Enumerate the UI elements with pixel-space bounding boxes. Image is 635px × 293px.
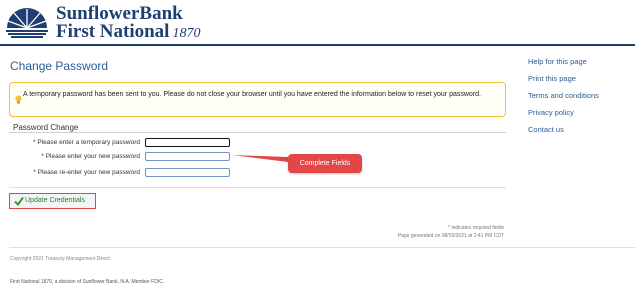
new-password-label: * Please enter your new password xyxy=(41,153,140,160)
header-divider xyxy=(0,44,635,46)
brand-subname: First National 1870 xyxy=(56,22,200,43)
form-divider xyxy=(9,187,506,188)
required-fields-note: * indicates required fields xyxy=(448,225,504,231)
new-password-input[interactable] xyxy=(145,152,230,161)
checkmark-icon xyxy=(14,196,24,206)
brand-year: 1870 xyxy=(172,26,201,41)
footer-divider xyxy=(9,247,635,248)
annotation-arrow-icon xyxy=(232,155,288,162)
temporary-password-label: * Please enter a temporary password xyxy=(33,139,140,146)
confirm-password-input[interactable] xyxy=(145,168,230,177)
sidebar-link-print[interactable]: Print this page xyxy=(528,74,576,83)
page-title: Change Password xyxy=(10,59,109,73)
sidebar-link-contact[interactable]: Contact us xyxy=(528,125,564,134)
page-generated-note: Page generated on 08/03/2021 at 2:41 PM … xyxy=(397,233,504,239)
sidebar-link-terms[interactable]: Terms and conditions xyxy=(528,91,599,100)
update-credentials-button[interactable]: Update Credentials xyxy=(9,193,96,209)
section-divider xyxy=(9,132,506,133)
sidebar-link-help[interactable]: Help for this page xyxy=(528,57,587,66)
brand-subname-text: First National xyxy=(56,21,170,42)
section-title: Password Change xyxy=(13,123,79,132)
lightbulb-icon xyxy=(15,95,22,104)
confirm-password-label: * Please re-enter your new password xyxy=(33,169,140,176)
update-credentials-label: Update Credentials xyxy=(25,197,85,204)
complete-fields-callout: Complete Fields xyxy=(288,154,362,173)
copyright-text: Copyright 2021 Treasury Management Direc… xyxy=(10,256,112,262)
notice-text: A temporary password has been sent to yo… xyxy=(23,91,481,98)
sidebar-link-privacy[interactable]: Privacy policy xyxy=(528,108,574,117)
member-fdic-text: First National 1870, a division of Sunfl… xyxy=(10,279,165,285)
temporary-password-input[interactable] xyxy=(145,138,230,147)
notice-box xyxy=(9,82,506,117)
sunrise-logo-icon xyxy=(6,8,48,38)
